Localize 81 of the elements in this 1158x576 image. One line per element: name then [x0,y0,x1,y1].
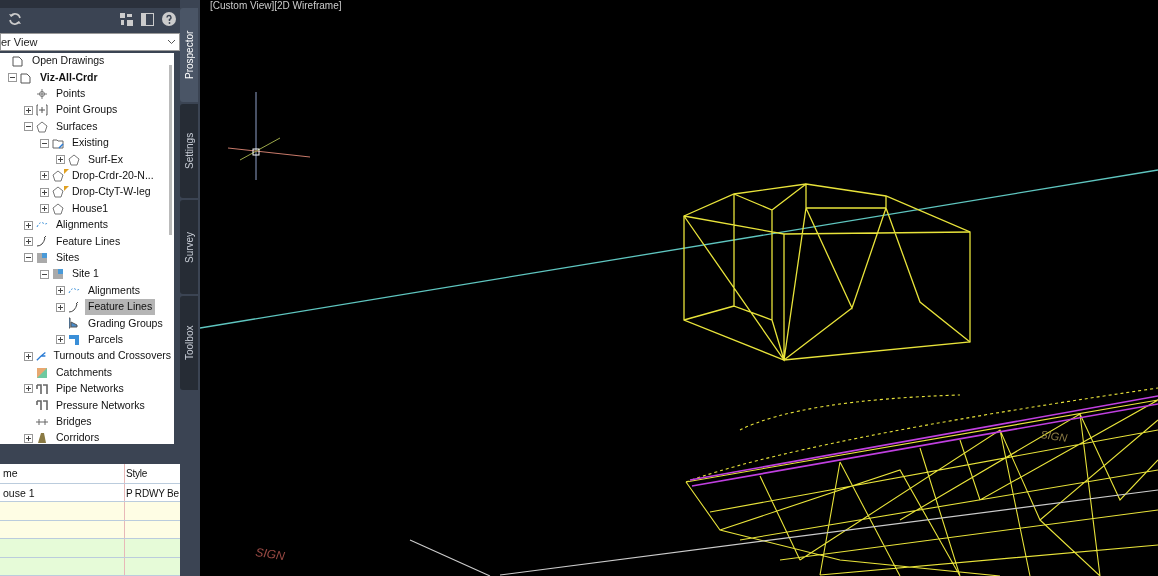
tree-item[interactable]: Surf-Ex [85,151,126,168]
expand-toggle[interactable] [24,236,33,246]
surface-icon [36,120,48,133]
feature-line-icon [68,301,80,314]
points-icon [36,87,48,100]
expand-toggle[interactable] [56,335,65,345]
catchment-icon [36,366,48,379]
tree-item[interactable]: Feature Lines [85,299,156,315]
expand-toggle[interactable] [24,351,33,361]
tree-item[interactable]: Bridges [53,413,95,430]
expand-toggle[interactable] [24,105,33,115]
tree-item[interactable]: Viz-All-Crdr [37,69,101,86]
expand-toggle[interactable] [56,302,65,312]
ucs-icon [227,91,311,181]
viewport-label[interactable]: [Custom View][2D Wireframe] [210,0,342,11]
collapse-toggle[interactable] [40,138,49,148]
collapse-toggle[interactable] [24,253,33,263]
expand-toggle[interactable] [40,204,49,214]
table-cell: ouse 1 [0,483,125,501]
tree-item[interactable]: Pipe Networks [53,381,127,397]
tree-item[interactable]: Sites [53,250,83,266]
feature-line-icon [36,235,48,248]
expand-toggle[interactable] [24,433,33,443]
turnout-icon [36,350,47,363]
refresh-icon[interactable] [8,12,22,27]
point-groups-icon [36,104,48,117]
collapse-toggle[interactable] [8,73,17,83]
folder-icon [52,137,64,150]
expand-toggle[interactable] [24,384,33,394]
site-icon [52,268,64,281]
expand-toggle[interactable] [40,187,49,197]
caret-icon [167,39,176,45]
collapse-toggle[interactable] [24,122,33,132]
column-header[interactable]: Style [125,463,180,483]
tree-item[interactable]: Alignments [85,282,143,299]
table-cell-text: P RDWY Be [125,486,180,501]
surface-icon [52,169,64,182]
corridor-icon [36,432,48,445]
tree-item[interactable]: Point Groups [53,102,121,119]
side-tab[interactable]: Settings [180,104,198,198]
side-tab[interactable]: Prospector [180,8,198,102]
tree-item[interactable]: Corridors [53,430,103,445]
tree-item[interactable]: Existing [69,135,112,151]
tree-item[interactable]: Site 1 [69,266,102,283]
column-header[interactable]: me [0,463,125,483]
collapse-toggle[interactable] [40,269,49,279]
surface-icon [52,202,64,215]
pipe-icon [36,399,48,412]
grading-icon [68,317,80,330]
panel-icon[interactable] [141,12,154,26]
site-icon [36,251,48,264]
tree-item[interactable]: Feature Lines [53,233,124,250]
tree-item[interactable]: Points [53,86,89,102]
tree-item[interactable]: Surfaces [53,118,101,135]
parcel-icon [68,333,80,346]
tree-item[interactable]: Alignments [53,217,111,233]
tree-item[interactable]: Parcels [85,331,126,348]
sign-label: SIGN [254,545,286,564]
layout-icon[interactable] [120,12,133,26]
pipe-icon [36,383,48,395]
surface-icon [52,186,64,199]
view-value: er View [1,34,38,50]
expand-toggle[interactable] [24,220,33,230]
view-dropdown[interactable]: er View [0,33,180,51]
help-icon[interactable] [162,12,176,27]
tree-item[interactable]: Grading Groups [85,315,166,332]
side-tab[interactable]: Survey [180,200,198,294]
drawing-icon [20,71,32,84]
expand-toggle[interactable] [56,155,65,164]
sign-label: SIGN [1039,428,1069,444]
side-tab[interactable]: Toolbox [180,296,198,390]
tree-item[interactable]: Turnouts and Crossovers [50,348,174,365]
tree-item[interactable]: Drop-CtyT-W-leg [69,184,154,201]
tree-item[interactable]: Pressure Networks [53,397,148,414]
tree-item[interactable]: Open Drawings [29,53,108,70]
tree-item[interactable]: House1 [69,200,112,217]
tree-item[interactable]: Drop-Crdr-20-N... [69,168,157,184]
expand-toggle[interactable] [56,286,65,296]
tree-item[interactable]: Catchments [53,364,116,381]
surface-icon [68,153,80,166]
expand-toggle[interactable] [40,171,49,181]
